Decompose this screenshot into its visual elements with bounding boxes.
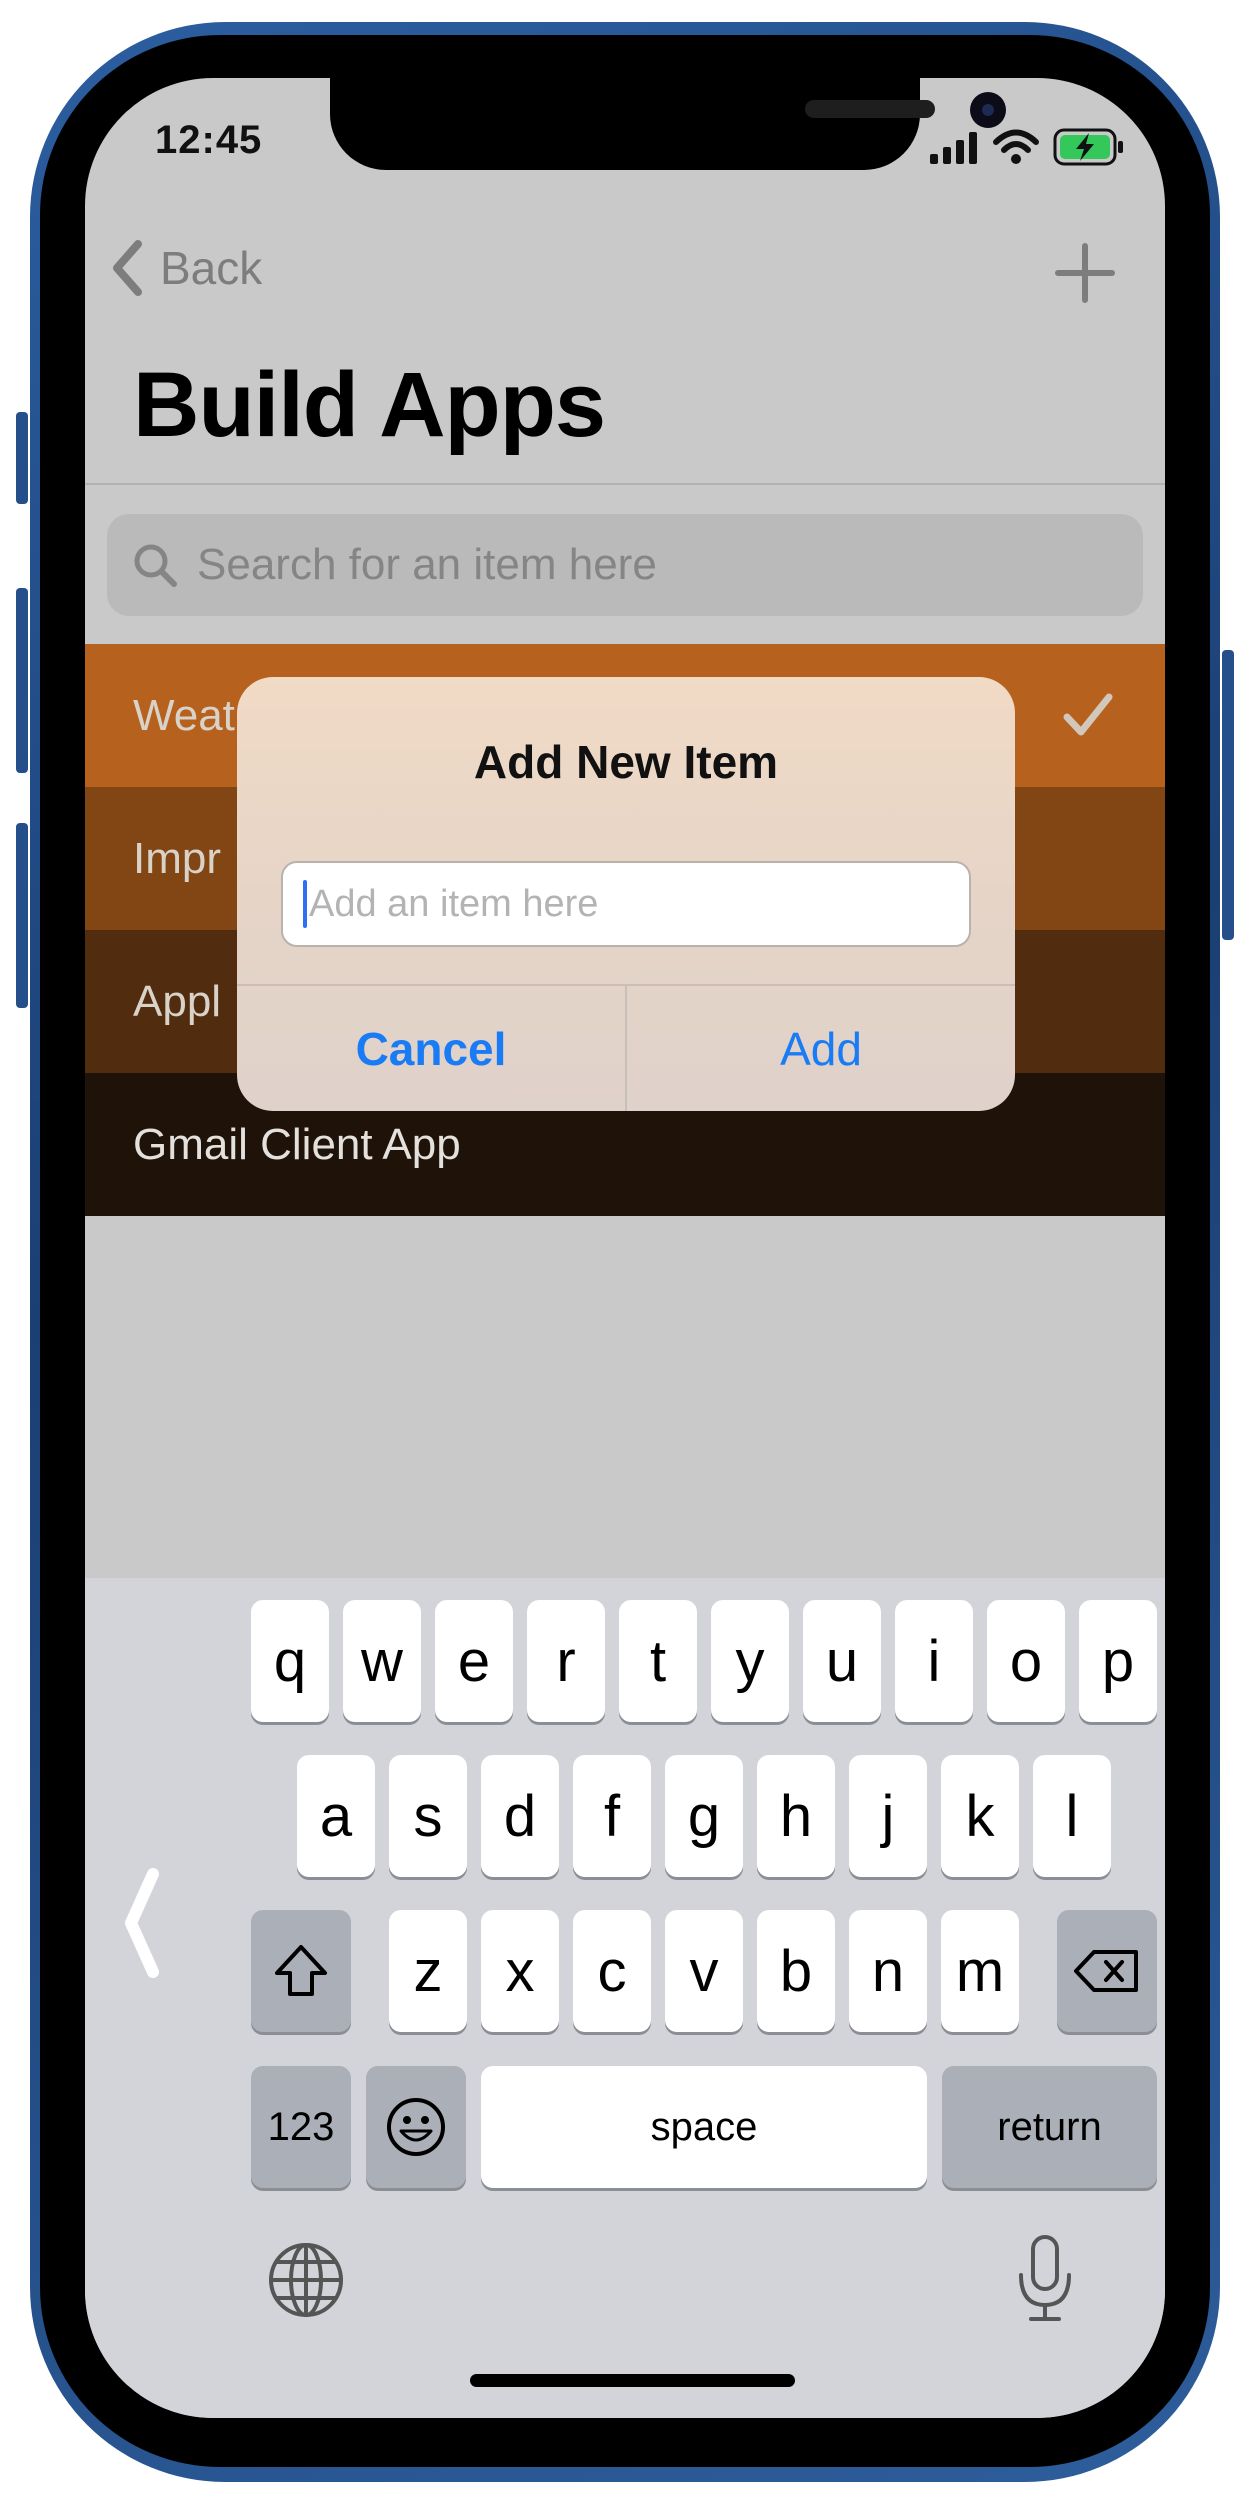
space-key[interactable]: space (481, 2066, 927, 2188)
list-item-label: Impr (133, 833, 221, 883)
key-f[interactable]: f (573, 1755, 651, 1877)
delete-key[interactable] (1057, 1910, 1157, 2032)
add-button[interactable]: Add (627, 986, 1015, 1111)
text-cursor (303, 880, 307, 928)
key-h[interactable]: h (757, 1755, 835, 1877)
screen: 12:45 Back Build Apps Search for an item… (85, 78, 1165, 2418)
key-m[interactable]: m (941, 1910, 1019, 2032)
home-indicator (470, 2374, 795, 2387)
search-icon (134, 544, 177, 587)
page-title: Build Apps (133, 354, 606, 456)
new-item-input[interactable]: Add an item here (281, 861, 971, 947)
key-r[interactable]: r (527, 1600, 605, 1722)
key-j[interactable]: j (849, 1755, 927, 1877)
search-placeholder: Search for an item here (197, 540, 657, 589)
back-button[interactable]: Back (110, 233, 262, 303)
new-item-placeholder: Add an item here (309, 882, 599, 925)
wifi-icon (993, 129, 1039, 164)
key-z[interactable]: z (389, 1910, 467, 2032)
search-bar[interactable]: Search for an item here (107, 514, 1143, 616)
key-w[interactable]: w (343, 1600, 421, 1722)
key-q[interactable]: q (251, 1600, 329, 1722)
key-t[interactable]: t (619, 1600, 697, 1722)
key-i[interactable]: i (895, 1600, 973, 1722)
speaker (805, 100, 935, 118)
battery-charging-icon (1053, 128, 1123, 166)
cancel-button[interactable]: Cancel (237, 986, 625, 1111)
shift-key[interactable] (251, 1910, 351, 2032)
nav-divider (85, 483, 1165, 485)
key-p[interactable]: p (1079, 1600, 1157, 1722)
keyboard: q w e r t y u i o p a s d f g h j k l z … (85, 1578, 1165, 2418)
key-d[interactable]: d (481, 1755, 559, 1877)
key-x[interactable]: x (481, 1910, 559, 2032)
list-item-label: Gmail Client App (133, 1119, 461, 1169)
alert-title: Add New Item (473, 736, 779, 788)
key-a[interactable]: a (297, 1755, 375, 1877)
shift-icon (275, 1945, 327, 1996)
return-key[interactable]: return (942, 2066, 1157, 2188)
key-v[interactable]: v (665, 1910, 743, 2032)
checkmark-icon (1063, 693, 1113, 736)
key-c[interactable]: c (573, 1910, 651, 2032)
globe-icon[interactable] (266, 2240, 346, 2320)
mute-switch (16, 412, 28, 504)
volume-down-button (16, 823, 28, 1008)
back-label: Back (160, 242, 263, 294)
volume-up-button (16, 588, 28, 773)
key-e[interactable]: e (435, 1600, 513, 1722)
front-camera (970, 92, 1006, 128)
emoji-key[interactable] (366, 2066, 466, 2188)
status-time: 12:45 (155, 118, 263, 162)
key-u[interactable]: u (803, 1600, 881, 1722)
list-item-label: Weat (133, 690, 235, 740)
add-item-alert: Add New Item Add an item here Cancel Add (237, 677, 1015, 1111)
numbers-key[interactable]: 123 (251, 2066, 351, 2188)
key-b[interactable]: b (757, 1910, 835, 2032)
notch (330, 78, 1006, 170)
cellular-signal-icon (930, 132, 977, 164)
emoji-icon (387, 2098, 445, 2156)
list-item-label: Appl (133, 976, 222, 1026)
power-button (1222, 650, 1234, 940)
microphone-icon[interactable] (1013, 2233, 1077, 2325)
key-o[interactable]: o (987, 1600, 1065, 1722)
key-k[interactable]: k (941, 1755, 1019, 1877)
add-icon[interactable] (1050, 238, 1120, 308)
key-l[interactable]: l (1033, 1755, 1111, 1877)
key-s[interactable]: s (389, 1755, 467, 1877)
key-g[interactable]: g (665, 1755, 743, 1877)
backspace-icon (1074, 1950, 1138, 1992)
keyboard-collapse-chevron-icon[interactable] (123, 1868, 159, 1978)
key-n[interactable]: n (849, 1910, 927, 2032)
chevron-left-icon (113, 240, 142, 296)
key-y[interactable]: y (711, 1600, 789, 1722)
